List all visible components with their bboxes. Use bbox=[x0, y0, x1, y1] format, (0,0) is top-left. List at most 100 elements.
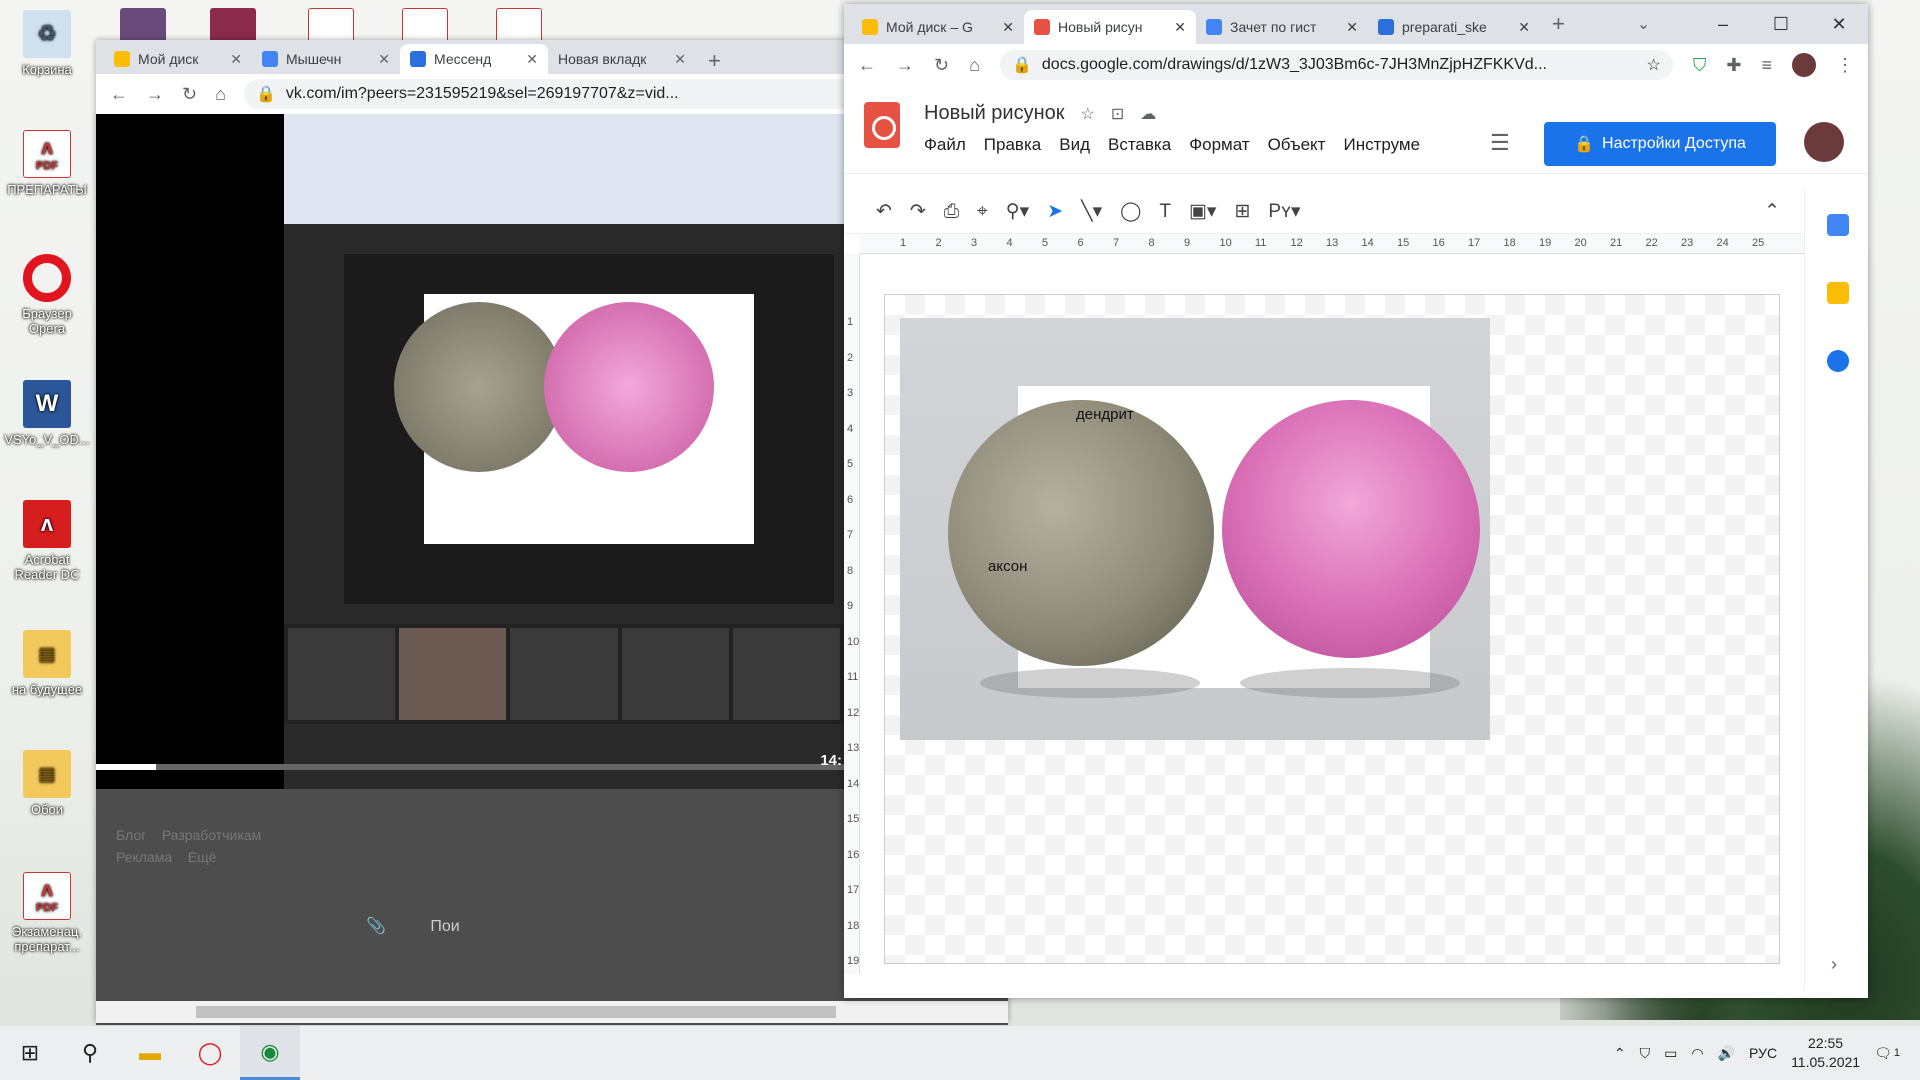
video-progress-bar[interactable] bbox=[96, 764, 844, 770]
extensions-puzzle-icon[interactable]: ✚ bbox=[1726, 55, 1741, 76]
footer-link-more[interactable]: Ещё bbox=[188, 849, 217, 865]
close-window-icon[interactable]: ✕ bbox=[1810, 14, 1868, 35]
tasks-icon[interactable] bbox=[1827, 350, 1849, 372]
zoom-icon[interactable]: ⚲▾ bbox=[1006, 200, 1029, 223]
tab-new-tab[interactable]: Новая вкладк ✕ bbox=[548, 44, 696, 74]
chrome-taskbar-icon[interactable]: ◉ bbox=[240, 1026, 300, 1080]
volume-icon[interactable]: 🔊 bbox=[1718, 1045, 1735, 1062]
reading-list-icon[interactable]: ≡ bbox=[1761, 55, 1772, 76]
desktop-icon-ekzamen[interactable]: ᴧ PDF Экзаменац. препарат... bbox=[4, 872, 90, 954]
forward-icon[interactable]: → bbox=[896, 55, 914, 76]
comment-icon[interactable]: ☰ bbox=[1490, 130, 1510, 156]
close-icon[interactable]: ✕ bbox=[1518, 19, 1530, 36]
new-tab-button[interactable]: + bbox=[1540, 11, 1577, 37]
undo-icon[interactable]: ↶ bbox=[876, 200, 892, 223]
shape-icon[interactable]: ◯ bbox=[1120, 200, 1141, 223]
tab-histology-test[interactable]: Зачет по гист ✕ bbox=[1196, 10, 1368, 44]
language-indicator[interactable]: РУС bbox=[1749, 1045, 1777, 1061]
wifi-icon[interactable]: ◠ bbox=[1691, 1045, 1703, 1062]
new-tab-button[interactable]: + bbox=[696, 48, 733, 74]
address-bar[interactable]: 🔒 docs.google.com/drawings/d/1zW3_3J03Bm… bbox=[999, 50, 1673, 80]
keep-icon[interactable] bbox=[1827, 282, 1849, 304]
menu-file[interactable]: Файл bbox=[924, 135, 966, 155]
close-icon[interactable]: ✕ bbox=[1002, 19, 1014, 36]
attach-icon[interactable]: 📎 bbox=[366, 918, 386, 935]
close-icon[interactable]: ✕ bbox=[674, 51, 686, 68]
security-icon[interactable]: ⛉ bbox=[1640, 1045, 1651, 1062]
user-avatar[interactable] bbox=[1804, 122, 1844, 162]
redo-icon[interactable]: ↷ bbox=[910, 200, 926, 223]
bookmark-star-icon[interactable]: ☆ bbox=[1647, 55, 1661, 75]
home-icon[interactable]: ⌂ bbox=[215, 84, 226, 105]
print-icon[interactable]: ⎙ bbox=[944, 201, 959, 223]
tab-my-drive[interactable]: Мой диск ✕ bbox=[104, 44, 252, 74]
calendar-icon[interactable] bbox=[1827, 214, 1849, 236]
collapse-toolbar-icon[interactable]: ⌃ bbox=[1764, 200, 1780, 223]
battery-icon[interactable]: ▭ bbox=[1664, 1045, 1677, 1062]
close-icon[interactable]: ✕ bbox=[378, 51, 390, 68]
cloud-saved-icon[interactable]: ☁ bbox=[1140, 104, 1156, 124]
menu-tools[interactable]: Инструме bbox=[1343, 135, 1420, 155]
star-icon[interactable]: ☆ bbox=[1081, 104, 1095, 124]
close-icon[interactable]: ✕ bbox=[526, 51, 538, 68]
scrollbar-thumb[interactable] bbox=[196, 1006, 836, 1018]
menu-view[interactable]: Вид bbox=[1059, 135, 1090, 155]
notification-icon[interactable]: 🗨 bbox=[1874, 1045, 1892, 1062]
tab-new-drawing[interactable]: Новый рисун ✕ bbox=[1024, 10, 1196, 44]
footer-link-developers[interactable]: Разработчикам bbox=[162, 827, 261, 843]
footer-link-ads[interactable]: Реклама bbox=[116, 849, 172, 865]
tab-search-icon[interactable]: ⌄ bbox=[1637, 14, 1650, 34]
share-button[interactable]: 🔒 Настройки Доступа bbox=[1544, 122, 1776, 166]
tab-messenger[interactable]: Мессенд ✕ bbox=[400, 44, 548, 74]
expand-panel-icon[interactable]: › bbox=[1831, 954, 1837, 975]
document-title[interactable]: Новый рисунок bbox=[924, 102, 1065, 125]
menu-object[interactable]: Объект bbox=[1268, 135, 1326, 155]
horizontal-scrollbar[interactable] bbox=[96, 1001, 1008, 1023]
desktop-icon-preparaty[interactable]: ᴧ PDF ПРЕПАРАТЫ bbox=[4, 130, 90, 197]
desktop-icon-acrobat[interactable]: ᴧ Acrobat Reader DC bbox=[4, 500, 90, 582]
back-icon[interactable]: ← bbox=[110, 84, 128, 105]
desktop-icon-recycle-bin[interactable]: ♻ Корзина bbox=[4, 10, 90, 77]
reload-icon[interactable]: ↻ bbox=[182, 84, 197, 105]
image-icon[interactable]: ▣▾ bbox=[1189, 200, 1217, 223]
menu-insert[interactable]: Вставка bbox=[1108, 135, 1171, 155]
reload-icon[interactable]: ↻ bbox=[934, 55, 949, 76]
video-player[interactable]: 14: bbox=[96, 114, 844, 789]
select-cursor-icon[interactable]: ➤ bbox=[1047, 200, 1063, 223]
line-icon[interactable]: ╲▾ bbox=[1081, 200, 1102, 223]
extension-shield-icon[interactable]: ⛉ bbox=[1693, 55, 1707, 76]
paint-format-icon[interactable]: ⌖ bbox=[977, 201, 988, 223]
clock[interactable]: 22:55 11.05.2021 bbox=[1791, 1034, 1860, 1072]
move-folder-icon[interactable]: ⊡ bbox=[1111, 104, 1124, 124]
desktop-icon-na-budushchee[interactable]: ▤ на будущее bbox=[4, 630, 90, 697]
footer-link-blog[interactable]: Блог bbox=[116, 827, 146, 843]
comment-add-icon[interactable]: ⊞ bbox=[1234, 200, 1250, 223]
close-icon[interactable]: ✕ bbox=[230, 51, 242, 68]
minimize-icon[interactable]: – bbox=[1694, 14, 1752, 35]
tab-my-drive[interactable]: Мой диск – G ✕ bbox=[852, 10, 1024, 44]
menu-dots-icon[interactable]: ⋮ bbox=[1836, 55, 1854, 76]
menu-format[interactable]: Формат bbox=[1189, 135, 1249, 155]
tab-muscle-doc[interactable]: Мышечн ✕ bbox=[252, 44, 400, 74]
close-icon[interactable]: ✕ bbox=[1174, 19, 1186, 36]
tab-preparati[interactable]: preparati_ske ✕ bbox=[1368, 10, 1540, 44]
message-input[interactable]: 📎 Пои bbox=[366, 916, 460, 936]
label-dendrite[interactable]: дендрит bbox=[1076, 406, 1134, 423]
chevron-up-icon[interactable]: ⌃ bbox=[1614, 1045, 1626, 1062]
back-icon[interactable]: ← bbox=[858, 55, 876, 76]
micrograph-image[interactable]: дендрит аксон bbox=[900, 318, 1490, 740]
start-windows-icon[interactable]: ⊞ bbox=[0, 1026, 60, 1080]
opera-taskbar-icon[interactable]: ◯ bbox=[180, 1026, 240, 1080]
forward-icon[interactable]: → bbox=[146, 84, 164, 105]
desktop-icon-opera[interactable]: Браузер Opera bbox=[4, 254, 90, 336]
label-axon[interactable]: аксон bbox=[988, 558, 1027, 575]
search-icon[interactable]: ⚲ bbox=[60, 1026, 120, 1080]
file-explorer-icon[interactable]: ▬ bbox=[120, 1026, 180, 1080]
text-box-icon[interactable]: T bbox=[1159, 201, 1171, 223]
maximize-icon[interactable]: ☐ bbox=[1752, 14, 1810, 35]
menu-edit[interactable]: Правка bbox=[984, 135, 1041, 155]
desktop-icon-word-doc[interactable]: W VSYo_V_OD... bbox=[4, 380, 90, 447]
home-icon[interactable]: ⌂ bbox=[969, 55, 980, 76]
word-art-icon[interactable]: Pʏ▾ bbox=[1268, 200, 1300, 223]
desktop-icon-oboi[interactable]: ▤ Обои bbox=[4, 750, 90, 817]
